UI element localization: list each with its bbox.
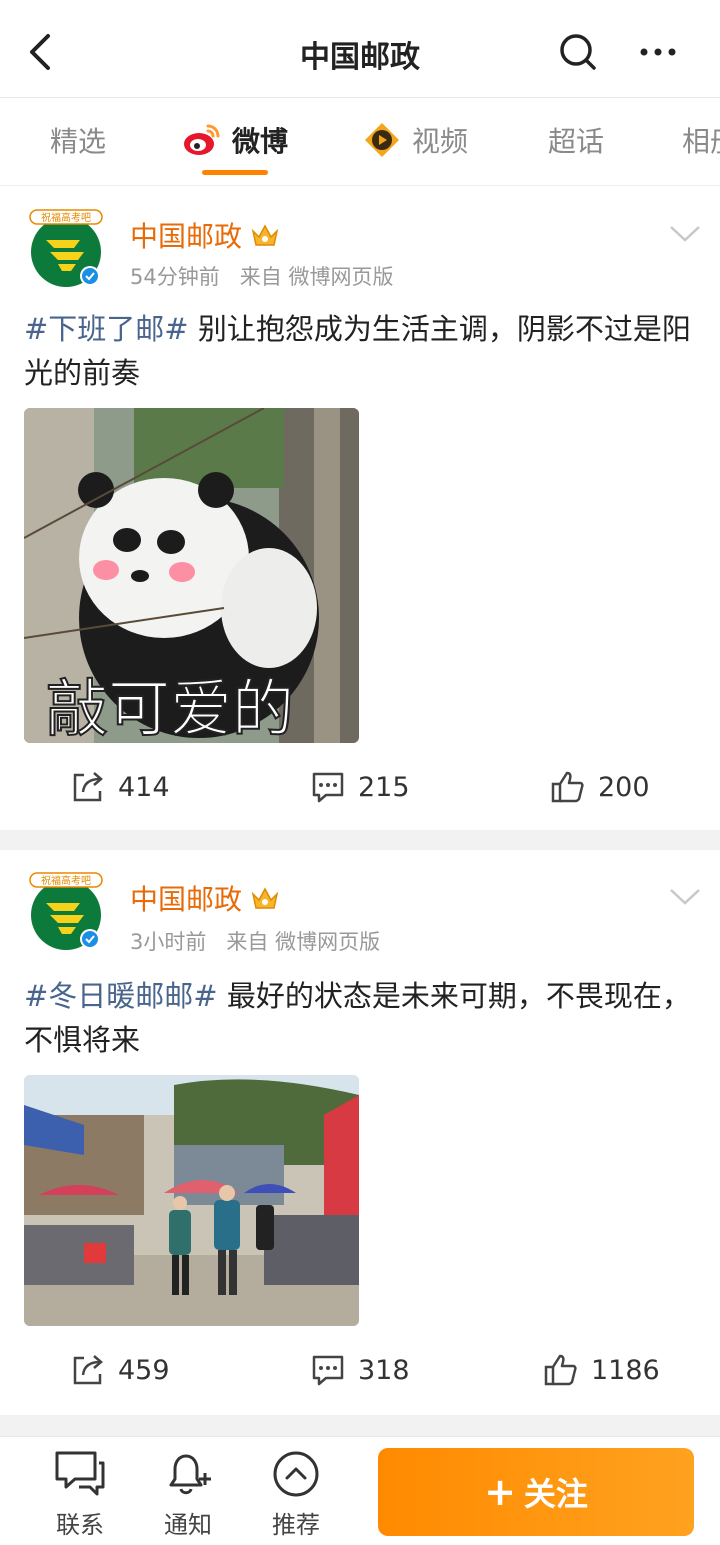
tab-weibo[interactable]: 微博 [182,120,288,160]
top-nav-bar: 中国邮政 [0,0,720,98]
video-icon [365,123,399,157]
post-time: 54分钟前 [130,265,220,289]
post-meta: 54分钟前 来自 微博网页版 [130,261,393,291]
post-time: 3小时前 [130,930,207,954]
post-meta: 3小时前 来自 微博网页版 [130,926,380,956]
page-title: 中国邮政 [300,40,420,75]
comment-button[interactable]: 318 [310,1350,410,1390]
recommend-button[interactable]: 推荐 [256,1449,336,1540]
repost-count: 414 [118,771,170,803]
post-source: 来自 微博网页版 [226,930,381,954]
notify-button[interactable]: 通知 [148,1449,228,1540]
tab-label: 超话 [548,125,605,158]
tab-video[interactable]: 视频 [362,120,468,160]
post-source: 来自 微博网页版 [239,265,394,289]
avatar-banner-text: 祝福高考吧 [41,874,91,887]
profile-tabs: 精选 微博 视频 超话 相册 [0,98,720,186]
post-card[interactable]: 祝福高考吧 中国邮政 54分钟前 来自 微博网页版 #下班了邮# 别让抱怨成为生… [0,187,720,830]
tab-label: 视频 [412,125,469,158]
contact-button[interactable]: 联系 [40,1449,120,1540]
comment-count: 215 [358,771,410,803]
search-icon[interactable] [556,30,600,74]
chevron-down-icon[interactable] [668,886,702,908]
tab-label: 精选 [50,125,107,158]
follow-button[interactable]: + 关注 [378,1448,694,1536]
tab-label: 相册 [682,125,720,158]
author-name-text: 中国邮政 [130,220,243,253]
chevron-up-circle-icon [273,1451,319,1497]
post-text: #冬日暖邮邮# 最好的状态是未来可期，不畏现在，不惧将来 [24,974,694,1062]
post-text: #下班了邮# 别让抱怨成为生活主调，阴影不过是阳光的前奏 [24,307,694,395]
notify-label: 通知 [164,1511,212,1539]
post-actions: 459 318 1186 [0,1350,720,1390]
hashtag-link[interactable]: #冬日暖邮邮# [24,979,218,1013]
like-button[interactable]: 200 [550,767,650,807]
market-street-photo[interactable] [24,1075,359,1326]
plus-icon: + [484,1470,516,1514]
weibo-logo-icon [184,124,220,155]
vip-crown-icon [251,887,279,909]
author-name[interactable]: 中国邮政 [130,878,280,918]
post-actions: 414 215 200 [0,767,720,807]
post-divider [0,1415,720,1436]
comment-button[interactable]: 215 [310,767,410,807]
follow-label: 关注 [523,1475,588,1513]
repost-button[interactable]: 414 [70,767,170,807]
china-post-avatar-icon[interactable]: 祝福高考吧 [24,204,108,288]
tab-album[interactable]: 相册 [682,120,720,160]
like-button[interactable]: 1186 [543,1350,660,1390]
tab-featured[interactable]: 精选 [50,120,106,160]
thumbs-up-icon [551,771,584,803]
repost-button[interactable]: 459 [70,1350,170,1390]
tab-label: 微博 [232,125,289,158]
vip-crown-icon [251,224,279,246]
repost-icon [73,772,103,802]
comment-count: 318 [358,1354,410,1386]
author-name-text: 中国邮政 [130,883,243,916]
post-divider [0,830,720,850]
tab-super-topic[interactable]: 超话 [548,120,604,160]
china-post-avatar-icon[interactable]: 祝福高考吧 [24,867,108,951]
more-options-icon[interactable] [636,30,680,74]
comment-icon [312,1355,344,1386]
author-name[interactable]: 中国邮政 [130,215,280,255]
comment-icon [312,772,344,803]
bottom-action-bar: 联系 通知 推荐 + 关注 [0,1436,720,1545]
avatar-banner-text: 祝福高考吧 [41,211,91,224]
image-caption: 敲可爱的 [46,672,294,743]
contact-label: 联系 [56,1511,104,1539]
hashtag-link[interactable]: #下班了邮# [24,312,189,346]
chat-bubbles-icon [55,1451,105,1496]
repost-count: 459 [118,1354,170,1386]
like-count: 200 [598,771,650,803]
recommend-label: 推荐 [272,1511,320,1539]
chevron-down-icon[interactable] [668,223,702,245]
post-card[interactable]: 祝福高考吧 中国邮政 3小时前 来自 微博网页版 #冬日暖邮邮# 最好的状态是未… [0,850,720,1415]
panda-meme-image[interactable]: 敲可爱的 [24,408,359,743]
active-tab-indicator [202,170,268,175]
repost-icon [73,1355,103,1385]
like-count: 1186 [591,1354,660,1386]
bell-plus-icon [169,1454,211,1495]
thumbs-up-icon [544,1354,577,1386]
